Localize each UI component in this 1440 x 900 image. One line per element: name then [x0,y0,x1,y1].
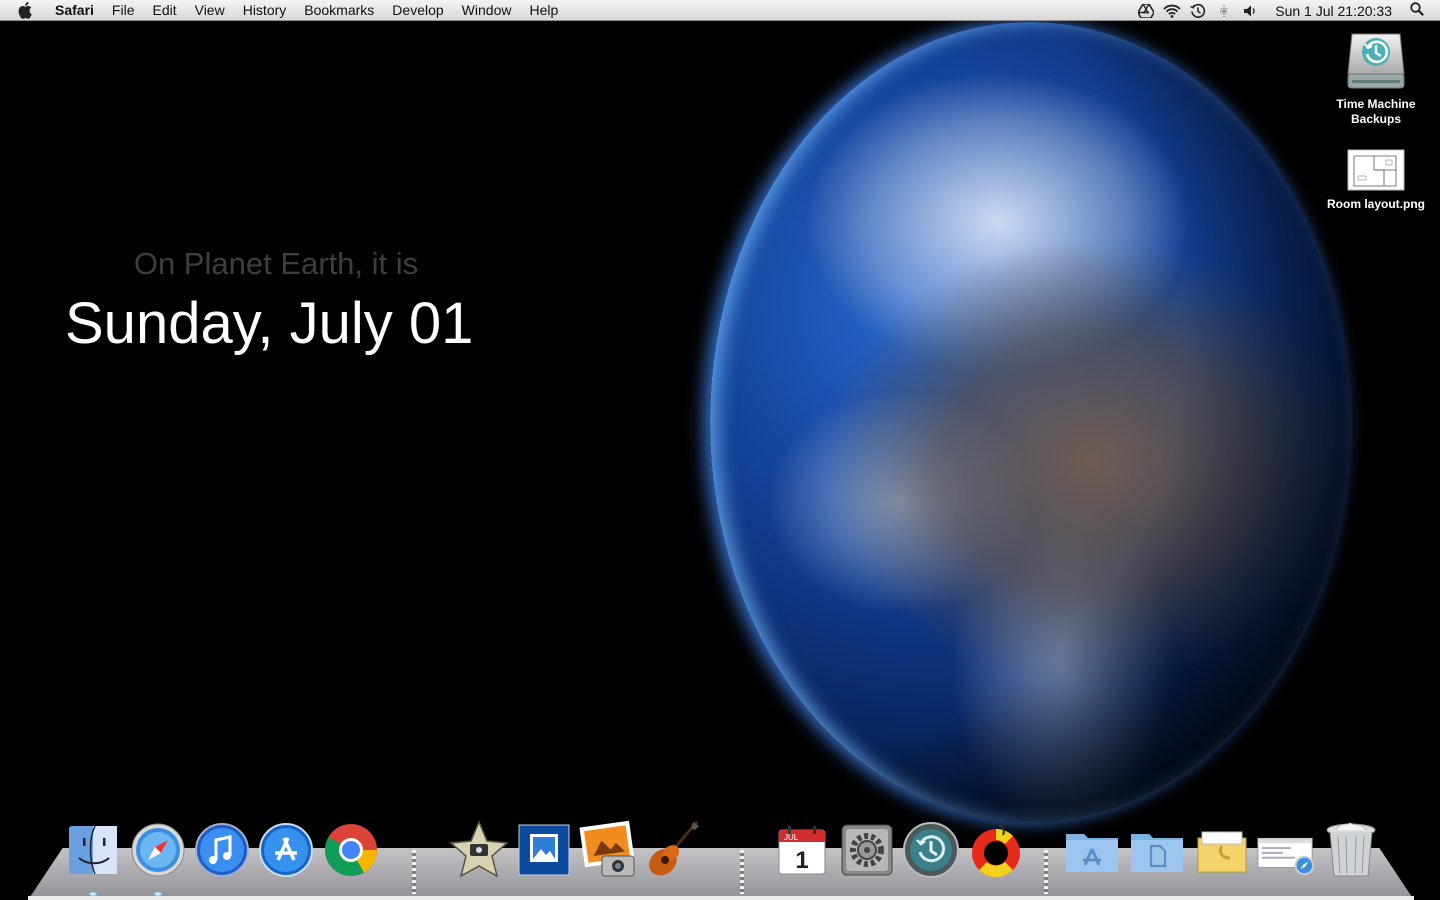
desktop-icon-label: Time Machine Backups [1336,97,1416,126]
dock-iphoto[interactable] [578,820,638,880]
applications-folder-icon [1066,834,1118,872]
imovie-icon [449,820,509,878]
bluetooth-icon[interactable] [1214,0,1234,21]
trash-icon [1326,822,1376,877]
finder-icon [69,825,117,875]
time-machine-disk-icon [1347,33,1405,89]
dock-edge [28,896,1414,900]
safari-icon [131,823,185,877]
wallpaper-tagline: On Planet Earth, it is [133,246,419,281]
dock-preview[interactable] [514,820,574,880]
status-area: Sun 1 Jul 21:20:33 [1133,0,1440,21]
spotlight-icon[interactable] [1410,2,1424,19]
volume-icon[interactable] [1240,0,1260,21]
preview-icon [518,824,570,876]
menu-help[interactable]: Help [520,0,567,21]
webpage-stack-icon [1257,837,1315,876]
menu-bookmarks[interactable]: Bookmarks [295,0,383,21]
menu-view[interactable]: View [186,0,234,21]
menu-develop[interactable]: Develop [383,0,452,21]
dock-trash[interactable] [1321,820,1381,880]
menu-bar: Safari File Edit View History Bookmarks … [0,0,1440,21]
system-preferences-icon [841,824,893,876]
google-drive-icon[interactable] [1136,0,1156,21]
dock-app-store[interactable] [256,820,316,880]
time-machine-icon[interactable] [1188,0,1208,21]
dock-garageband[interactable] [643,820,703,880]
downloads-stack-icon [1197,831,1247,873]
desktop-icon-label: Room layout.png [1327,197,1425,211]
iphoto-icon [579,820,635,877]
apple-icon[interactable] [18,1,36,19]
calendar-month-label: JUL [784,833,799,842]
lifebuoy-icon [972,824,1020,878]
wifi-icon[interactable] [1162,0,1182,21]
menu-history[interactable]: History [234,0,296,21]
documents-folder-icon [1131,834,1183,872]
dock-stack-applications[interactable] [1062,820,1122,880]
dock-time-machine[interactable] [901,820,961,880]
wallpaper-date: Sunday, July 01 [65,291,474,356]
app-store-icon [259,823,313,877]
dock-imovie[interactable] [449,820,509,880]
dock-help-viewer[interactable] [966,820,1026,880]
dock-system-preferences[interactable] [837,820,897,880]
itunes-icon [195,823,249,877]
running-indicator [89,892,97,896]
garageband-icon [649,821,699,876]
calendar-icon: JUL 1 [778,826,826,875]
running-indicator [154,892,162,896]
png-file-icon [1347,149,1405,191]
desktop-icon-room-layout[interactable]: Room layout.png [1326,148,1426,212]
dock-chrome[interactable] [321,820,381,880]
calendar-day-label: 1 [795,847,808,874]
dock-separator [740,850,744,894]
dock-stack-documents[interactable] [1127,820,1187,880]
dock-itunes[interactable] [192,820,252,880]
dock-stack-downloads[interactable] [1192,820,1252,880]
menu-edit[interactable]: Edit [143,0,185,21]
dock-separator [1044,850,1048,894]
dock-calendar[interactable]: JUL 1 [772,820,832,880]
menu-window[interactable]: Window [453,0,521,21]
chrome-icon [325,824,377,876]
time-machine-icon [903,822,959,878]
desktop-icon-time-machine-backups[interactable]: Time Machine Backups [1326,30,1426,127]
dock-finder[interactable] [63,820,123,880]
earth-shadow [710,22,1350,822]
menu-file[interactable]: File [103,0,144,21]
dock-separator [412,850,416,894]
menu-safari[interactable]: Safari [46,0,103,21]
menu-clock[interactable]: Sun 1 Jul 21:20:33 [1275,3,1392,19]
dock-stack-webpage[interactable] [1256,820,1316,880]
dock-safari[interactable] [128,820,188,880]
